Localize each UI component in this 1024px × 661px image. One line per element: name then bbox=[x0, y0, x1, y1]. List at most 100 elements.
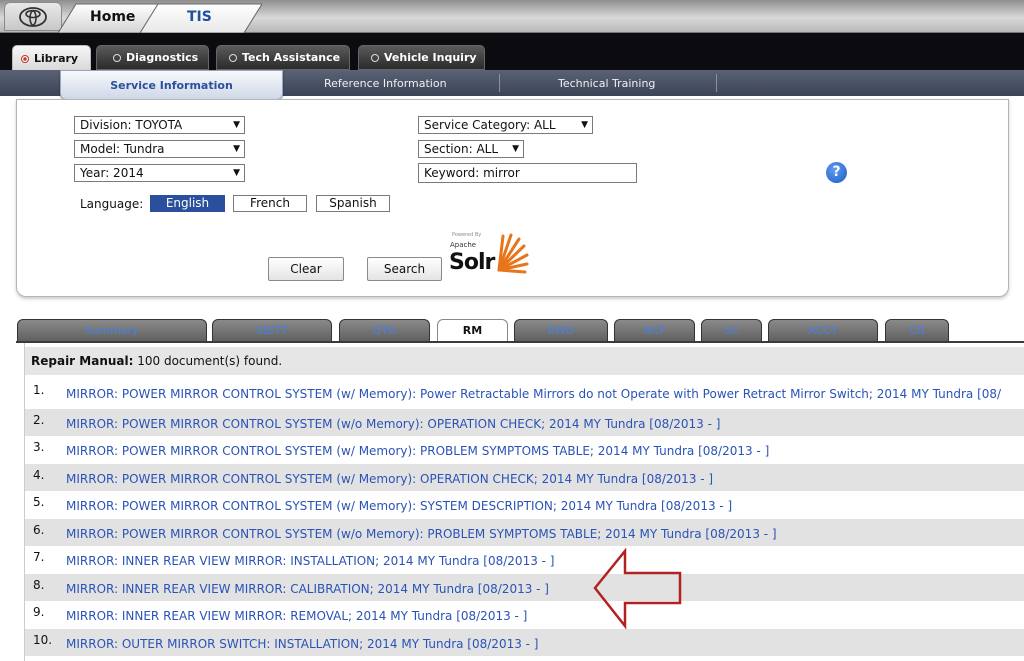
result-row: 5. MIRROR: POWER MIRROR CONTROL SYSTEM (… bbox=[25, 491, 1024, 518]
section-select-value: Section: ALL bbox=[424, 142, 499, 156]
result-number: 9. bbox=[33, 605, 45, 619]
home-tab-label: Home bbox=[90, 9, 136, 25]
result-number: 8. bbox=[33, 578, 45, 592]
subtab-service-information-label: Service Information bbox=[110, 78, 233, 92]
service-category-select[interactable]: Service Category: ALL ▼ bbox=[418, 116, 593, 134]
result-link[interactable]: MIRROR: POWER MIRROR CONTROL SYSTEM (w/o… bbox=[66, 527, 777, 541]
tab-ncf[interactable]: NCF bbox=[614, 319, 695, 342]
result-number: 2. bbox=[33, 413, 45, 427]
toyota-logo-icon bbox=[19, 6, 47, 27]
solr-sunburst-icon bbox=[497, 233, 529, 274]
search-button[interactable]: Search bbox=[367, 257, 442, 281]
tab-diagnostics-label: Diagnostics bbox=[126, 51, 199, 64]
result-row: 4. MIRROR: POWER MIRROR CONTROL SYSTEM (… bbox=[25, 464, 1024, 491]
result-number: 10. bbox=[33, 633, 53, 647]
language-english-button[interactable]: English bbox=[150, 195, 225, 212]
service-category-select-value: Service Category: ALL bbox=[424, 118, 556, 132]
radio-icon bbox=[113, 53, 121, 62]
tab-accy[interactable]: ACCY bbox=[768, 319, 878, 342]
radio-icon bbox=[21, 54, 29, 63]
result-number: 5. bbox=[33, 495, 45, 509]
section-select[interactable]: Section: ALL ▼ bbox=[418, 140, 524, 158]
results-count: 100 document(s) found. bbox=[133, 354, 283, 368]
results-header: Repair Manual: 100 document(s) found. bbox=[25, 347, 1024, 375]
tab-diagnostics[interactable]: Diagnostics bbox=[96, 45, 209, 70]
tis-window: Home TIS Library Diagnostics Tech Assist… bbox=[0, 0, 1024, 661]
tab-library-label: Library bbox=[34, 52, 79, 65]
result-row: 3. MIRROR: POWER MIRROR CONTROL SYSTEM (… bbox=[25, 436, 1024, 463]
result-number: 1. bbox=[33, 383, 45, 397]
result-row: 10. MIRROR: OUTER MIRROR SWITCH: INSTALL… bbox=[25, 629, 1024, 656]
radio-icon bbox=[229, 53, 237, 62]
tab-cr[interactable]: CR bbox=[885, 319, 949, 342]
solr-logo: Powered By Apache Solr bbox=[449, 230, 529, 276]
model-select[interactable]: Model: Tundra ▼ bbox=[74, 140, 245, 158]
division-select[interactable]: Division: TOYOTA ▼ bbox=[74, 116, 245, 134]
tab-rm[interactable]: RM bbox=[437, 319, 508, 343]
radio-icon bbox=[371, 53, 379, 62]
chevron-down-icon: ▼ bbox=[233, 120, 240, 130]
language-spanish-button[interactable]: Spanish bbox=[316, 195, 390, 212]
tab-summary[interactable]: Summary bbox=[17, 319, 207, 342]
top-bar: Home TIS bbox=[0, 0, 1024, 33]
results-list: Repair Manual: 100 document(s) found. 1.… bbox=[24, 343, 1024, 661]
result-row: 7. MIRROR: INNER REAR VIEW MIRROR: INSTA… bbox=[25, 546, 1024, 573]
subtab-technical-training-label: Technical Training bbox=[558, 76, 656, 90]
chevron-down-icon: ▼ bbox=[233, 168, 240, 178]
result-link[interactable]: MIRROR: POWER MIRROR CONTROL SYSTEM (w/ … bbox=[66, 499, 732, 513]
tab-sb-tt[interactable]: SB/TT bbox=[212, 319, 332, 342]
result-link[interactable]: MIRROR: POWER MIRROR CONTROL SYSTEM (w/o… bbox=[66, 417, 720, 431]
result-link[interactable]: MIRROR: INNER REAR VIEW MIRROR: CALIBRAT… bbox=[66, 582, 549, 596]
result-number: 4. bbox=[33, 468, 45, 482]
result-link[interactable]: MIRROR: POWER MIRROR CONTROL SYSTEM (w/ … bbox=[66, 387, 1001, 401]
solr-apache: Apache bbox=[450, 241, 477, 249]
subtab-reference-information[interactable]: Reference Information bbox=[324, 70, 447, 96]
result-number: 6. bbox=[33, 523, 45, 537]
year-select-value: Year: 2014 bbox=[80, 166, 144, 180]
subtab-reference-information-label: Reference Information bbox=[324, 76, 447, 90]
clear-button[interactable]: Clear bbox=[268, 257, 344, 281]
subtab-technical-training[interactable]: Technical Training bbox=[558, 70, 655, 96]
result-row: 9. MIRROR: INNER REAR VIEW MIRROR: REMOV… bbox=[25, 601, 1024, 628]
tis-tab-label: TIS bbox=[187, 9, 212, 25]
keyword-input[interactable]: Keyword: mirror bbox=[418, 163, 637, 183]
tab-ewd[interactable]: EWD bbox=[514, 319, 608, 342]
subtab-divider bbox=[716, 74, 717, 92]
result-row: 2. MIRROR: POWER MIRROR CONTROL SYSTEM (… bbox=[25, 409, 1024, 436]
chevron-down-icon: ▼ bbox=[512, 144, 519, 154]
result-link[interactable]: MIRROR: INNER REAR VIEW MIRROR: REMOVAL;… bbox=[66, 609, 527, 623]
results-header-title: Repair Manual: bbox=[31, 354, 134, 368]
tab-vehicle-inquiry[interactable]: Vehicle Inquiry bbox=[358, 45, 485, 70]
chevron-down-icon: ▼ bbox=[581, 120, 588, 130]
sub-tab-bar: Service Information Reference Informatio… bbox=[0, 70, 1024, 100]
tab-tech-assistance[interactable]: Tech Assistance bbox=[216, 45, 350, 70]
result-link[interactable]: MIRROR: POWER MIRROR CONTROL SYSTEM (w/ … bbox=[66, 444, 769, 458]
result-row: 1. MIRROR: POWER MIRROR CONTROL SYSTEM (… bbox=[25, 379, 1024, 406]
help-icon[interactable]: ? bbox=[826, 162, 847, 183]
subtab-service-information[interactable]: Service Information bbox=[60, 70, 283, 100]
tab-library[interactable]: Library bbox=[12, 45, 91, 72]
language-french-button[interactable]: French bbox=[233, 195, 307, 212]
result-number: 7. bbox=[33, 550, 45, 564]
tab-sc[interactable]: SC bbox=[701, 319, 762, 342]
model-select-value: Model: Tundra bbox=[80, 142, 165, 156]
result-row: 8. MIRROR: INNER REAR VIEW MIRROR: CALIB… bbox=[25, 574, 1024, 601]
red-arrow-annotation bbox=[593, 548, 682, 630]
result-link[interactable]: MIRROR: OUTER MIRROR SWITCH: INSTALLATIO… bbox=[66, 637, 538, 651]
result-link[interactable]: MIRROR: INNER REAR VIEW MIRROR: INSTALLA… bbox=[66, 554, 554, 568]
chevron-down-icon: ▼ bbox=[233, 144, 240, 154]
toyota-logo-tab[interactable] bbox=[4, 2, 62, 31]
tab-qtg[interactable]: QTG bbox=[339, 319, 430, 342]
language-label: Language: bbox=[80, 197, 144, 211]
tis-tab[interactable]: TIS bbox=[140, 3, 262, 33]
division-select-value: Division: TOYOTA bbox=[80, 118, 183, 132]
keyword-input-value: Keyword: mirror bbox=[424, 166, 520, 180]
year-select[interactable]: Year: 2014 ▼ bbox=[74, 164, 245, 182]
main-tab-bar: Library Diagnostics Tech Assistance Vehi… bbox=[0, 33, 1024, 72]
solr-powered-by: Powered By bbox=[452, 232, 482, 238]
result-row: 6. MIRROR: POWER MIRROR CONTROL SYSTEM (… bbox=[25, 519, 1024, 546]
tab-vehicle-inquiry-label: Vehicle Inquiry bbox=[384, 51, 477, 64]
result-link[interactable]: MIRROR: POWER MIRROR CONTROL SYSTEM (w/ … bbox=[66, 472, 713, 486]
result-number: 3. bbox=[33, 440, 45, 454]
tab-tech-assistance-label: Tech Assistance bbox=[242, 51, 341, 64]
